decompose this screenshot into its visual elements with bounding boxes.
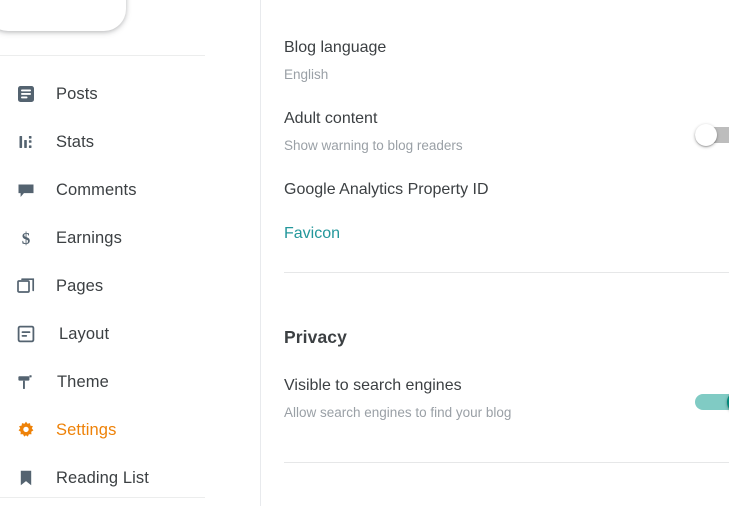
setting-row-visible-to-search-engines[interactable]: Visible to search engines Allow search e…: [284, 378, 729, 420]
sidebar-item-layout[interactable]: Layout: [0, 310, 261, 358]
sidebar-item-label: Pages: [56, 276, 104, 295]
sidebar-item-theme[interactable]: Theme: [0, 358, 261, 406]
pages-icon: [14, 274, 38, 298]
favicon-link[interactable]: Favicon: [284, 226, 729, 242]
setting-title: Adult content: [284, 110, 378, 127]
sidebar-item-label: Comments: [56, 180, 137, 199]
setting-title: Visible to search engines: [284, 377, 462, 394]
bookmark-icon: [14, 466, 38, 490]
section-divider-bottom: [284, 462, 729, 463]
sidebar-nav: Posts Stats Comments $ Earnings Pages La…: [0, 70, 261, 502]
layout-icon: [14, 322, 38, 346]
setting-subtitle: Show warning to blog readers: [284, 138, 463, 153]
sidebar-item-label: Earnings: [56, 228, 122, 247]
sidebar-item-earnings[interactable]: $ Earnings: [0, 214, 261, 262]
sidebar-item-comments[interactable]: Comments: [0, 166, 261, 214]
section-divider-top: [284, 272, 729, 273]
settings-content-panel: Blog language English Adult content Show…: [261, 0, 729, 506]
comments-icon: [14, 178, 38, 202]
toggle-knob: [695, 124, 717, 146]
setting-title: Google Analytics Property ID: [284, 181, 489, 198]
sidebar-item-label: Reading List: [56, 468, 149, 487]
posts-icon: [14, 82, 38, 106]
sidebar-item-label: Theme: [57, 372, 109, 391]
setting-row-favicon[interactable]: Favicon: [284, 226, 729, 242]
sidebar-item-reading-list[interactable]: Reading List: [0, 454, 261, 502]
setting-row-adult-content[interactable]: Adult content Show warning to blog reade…: [284, 111, 729, 153]
setting-row-google-analytics[interactable]: Google Analytics Property ID: [284, 182, 729, 198]
stats-icon: [14, 130, 38, 154]
sidebar-top-divider: [0, 55, 205, 56]
visible-to-search-engines-toggle[interactable]: [695, 391, 729, 413]
sidebar-item-pages[interactable]: Pages: [0, 262, 261, 310]
svg-text:$: $: [22, 229, 31, 248]
adult-content-toggle[interactable]: [695, 124, 729, 146]
setting-row-blog-language[interactable]: Blog language English: [284, 40, 729, 82]
sidebar-item-posts[interactable]: Posts: [0, 70, 261, 118]
setting-subtitle: Allow search engines to find your blog: [284, 405, 512, 420]
sidebar-item-settings[interactable]: Settings: [0, 406, 261, 454]
sidebar-item-label: Stats: [56, 132, 95, 151]
setting-title: Blog language: [284, 39, 387, 56]
privacy-section-heading: Privacy: [284, 327, 729, 347]
setting-value: English: [284, 67, 329, 82]
toggle-track: [695, 394, 729, 410]
sidebar-item-stats[interactable]: Stats: [0, 118, 261, 166]
sidebar-item-label: Posts: [56, 84, 98, 103]
gear-icon: [14, 418, 38, 442]
theme-icon: [14, 370, 38, 394]
sidebar-item-label: Settings: [56, 420, 117, 439]
sidebar-item-label: Layout: [59, 324, 110, 343]
section-title: Privacy: [284, 327, 347, 347]
sidebar-bottom-divider: [0, 497, 205, 498]
earnings-icon: $: [14, 226, 38, 250]
sidebar: Posts Stats Comments $ Earnings Pages La…: [0, 0, 261, 506]
blogger-settings-screen: Posts Stats Comments $ Earnings Pages La…: [0, 0, 729, 506]
new-post-card[interactable]: [0, 0, 126, 31]
